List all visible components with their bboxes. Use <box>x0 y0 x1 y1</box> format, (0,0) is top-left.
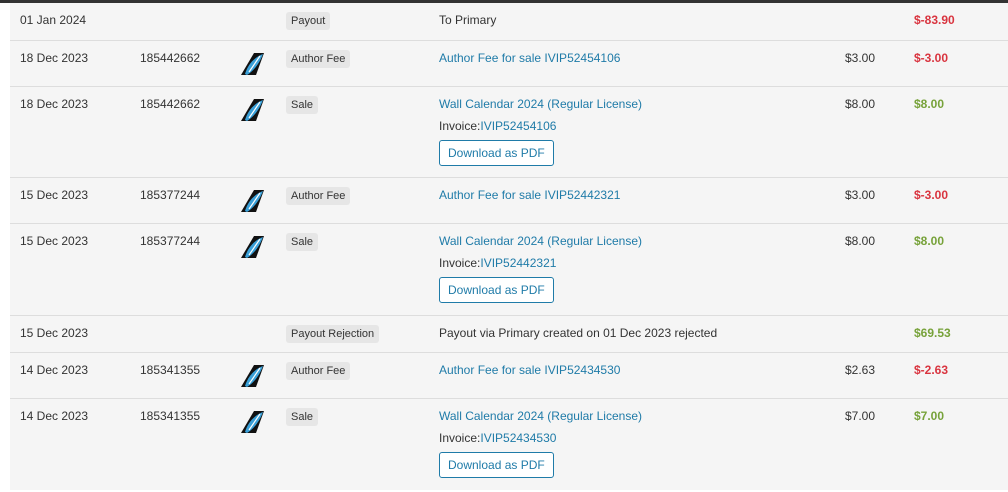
row-description-link[interactable]: Wall Calendar 2024 (Regular License) <box>439 409 642 423</box>
row-price: $2.63 <box>845 363 876 377</box>
row-description-link[interactable]: Wall Calendar 2024 (Regular License) <box>439 234 642 248</box>
table-row: 14 Dec 2023 185341355 Author Fee Author … <box>10 353 1008 399</box>
row-price: $8.00 <box>845 234 876 248</box>
row-description-block: Wall Calendar 2024 (Regular License) Inv… <box>439 409 642 478</box>
download-pdf-button[interactable]: Download as PDF <box>439 452 554 478</box>
type-badge: Sale <box>286 408 319 426</box>
row-amount: $7.00 <box>914 409 945 423</box>
row-date: 01 Jan 2024 <box>20 13 87 27</box>
table-row: 01 Jan 2024 Payout To Primary $-83.90 <box>10 3 1008 41</box>
row-date: 15 Dec 2023 <box>20 326 89 340</box>
row-item-id: 185442662 <box>140 51 201 65</box>
row-type: Sale <box>286 96 319 114</box>
invoice-link[interactable]: IVIP52434530 <box>480 431 556 445</box>
row-item-id: 185341355 <box>140 363 201 377</box>
row-price: $7.00 <box>845 409 876 423</box>
row-price: $8.00 <box>845 97 876 111</box>
item-thumbnail-icon[interactable] <box>238 50 268 78</box>
download-pdf-button[interactable]: Download as PDF <box>439 277 554 303</box>
row-item-id: 185341355 <box>140 409 201 423</box>
row-description-block: Wall Calendar 2024 (Regular License) Inv… <box>439 97 642 166</box>
invoice-line: Invoice:IVIP52442321 <box>439 256 642 270</box>
invoice-line: Invoice:IVIP52454106 <box>439 119 642 133</box>
statement-table: 01 Jan 2024 Payout To Primary $-83.90 18… <box>10 3 1008 490</box>
row-description-block: Wall Calendar 2024 (Regular License) Inv… <box>439 234 642 303</box>
invoice-link[interactable]: IVIP52442321 <box>480 256 556 270</box>
item-thumbnail-icon[interactable] <box>238 233 268 261</box>
row-date: 14 Dec 2023 <box>20 409 89 423</box>
type-badge: Author Fee <box>286 362 351 380</box>
row-description: Payout via Primary created on 01 Dec 202… <box>439 326 718 340</box>
row-item-id: 185377244 <box>140 188 201 202</box>
row-description-link[interactable]: Wall Calendar 2024 (Regular License) <box>439 97 642 111</box>
item-thumbnail-icon[interactable] <box>238 187 268 215</box>
invoice-label: Invoice: <box>439 256 481 270</box>
table-row: 18 Dec 2023 185442662 Author Fee Author … <box>10 41 1008 87</box>
row-amount: $69.53 <box>914 326 951 340</box>
row-description-link[interactable]: Author Fee for sale IVIP52454106 <box>439 51 620 65</box>
table-row: 15 Dec 2023 185377244 Sale Wall Calendar… <box>10 224 1008 316</box>
row-date: 18 Dec 2023 <box>20 97 89 111</box>
row-date: 15 Dec 2023 <box>20 234 89 248</box>
item-thumbnail-icon[interactable] <box>238 408 268 436</box>
item-thumbnail-icon[interactable] <box>238 362 268 390</box>
table-row: 18 Dec 2023 185442662 Sale Wall Calendar… <box>10 87 1008 178</box>
invoice-link[interactable]: IVIP52454106 <box>480 119 556 133</box>
row-description: To Primary <box>439 13 497 27</box>
row-amount: $-83.90 <box>914 13 955 27</box>
row-price: $3.00 <box>845 188 876 202</box>
row-date: 14 Dec 2023 <box>20 363 89 377</box>
type-badge: Payout Rejection <box>286 325 380 343</box>
table-row: 15 Dec 2023 185377244 Author Fee Author … <box>10 178 1008 224</box>
invoice-label: Invoice: <box>439 119 481 133</box>
type-badge: Payout <box>286 12 331 30</box>
invoice-line: Invoice:IVIP52434530 <box>439 431 642 445</box>
download-pdf-button[interactable]: Download as PDF <box>439 140 554 166</box>
row-date: 18 Dec 2023 <box>20 51 89 65</box>
item-thumbnail-icon[interactable] <box>238 96 268 124</box>
type-badge: Author Fee <box>286 50 351 68</box>
invoice-label: Invoice: <box>439 431 481 445</box>
row-amount: $-3.00 <box>914 51 949 65</box>
row-type: Author Fee <box>286 50 351 68</box>
row-price: $3.00 <box>845 51 876 65</box>
row-amount: $-3.00 <box>914 188 949 202</box>
row-type: Author Fee <box>286 187 351 205</box>
table-row: 15 Dec 2023 Payout Rejection Payout via … <box>10 316 1008 353</box>
row-description-link[interactable]: Author Fee for sale IVIP52442321 <box>439 188 620 202</box>
type-badge: Sale <box>286 96 319 114</box>
row-amount: $8.00 <box>914 97 945 111</box>
row-type: Author Fee <box>286 362 351 380</box>
row-date: 15 Dec 2023 <box>20 188 89 202</box>
row-type: Sale <box>286 408 319 426</box>
row-amount: $-2.63 <box>914 363 949 377</box>
row-description-link[interactable]: Author Fee for sale IVIP52434530 <box>439 363 620 377</box>
type-badge: Sale <box>286 233 319 251</box>
row-amount: $8.00 <box>914 234 945 248</box>
row-type: Payout Rejection <box>286 325 380 343</box>
type-badge: Author Fee <box>286 187 351 205</box>
row-item-id: 185377244 <box>140 234 201 248</box>
table-row: 14 Dec 2023 185341355 Sale Wall Calendar… <box>10 399 1008 490</box>
row-type: Sale <box>286 233 319 251</box>
row-item-id: 185442662 <box>140 97 201 111</box>
row-type: Payout <box>286 12 331 30</box>
